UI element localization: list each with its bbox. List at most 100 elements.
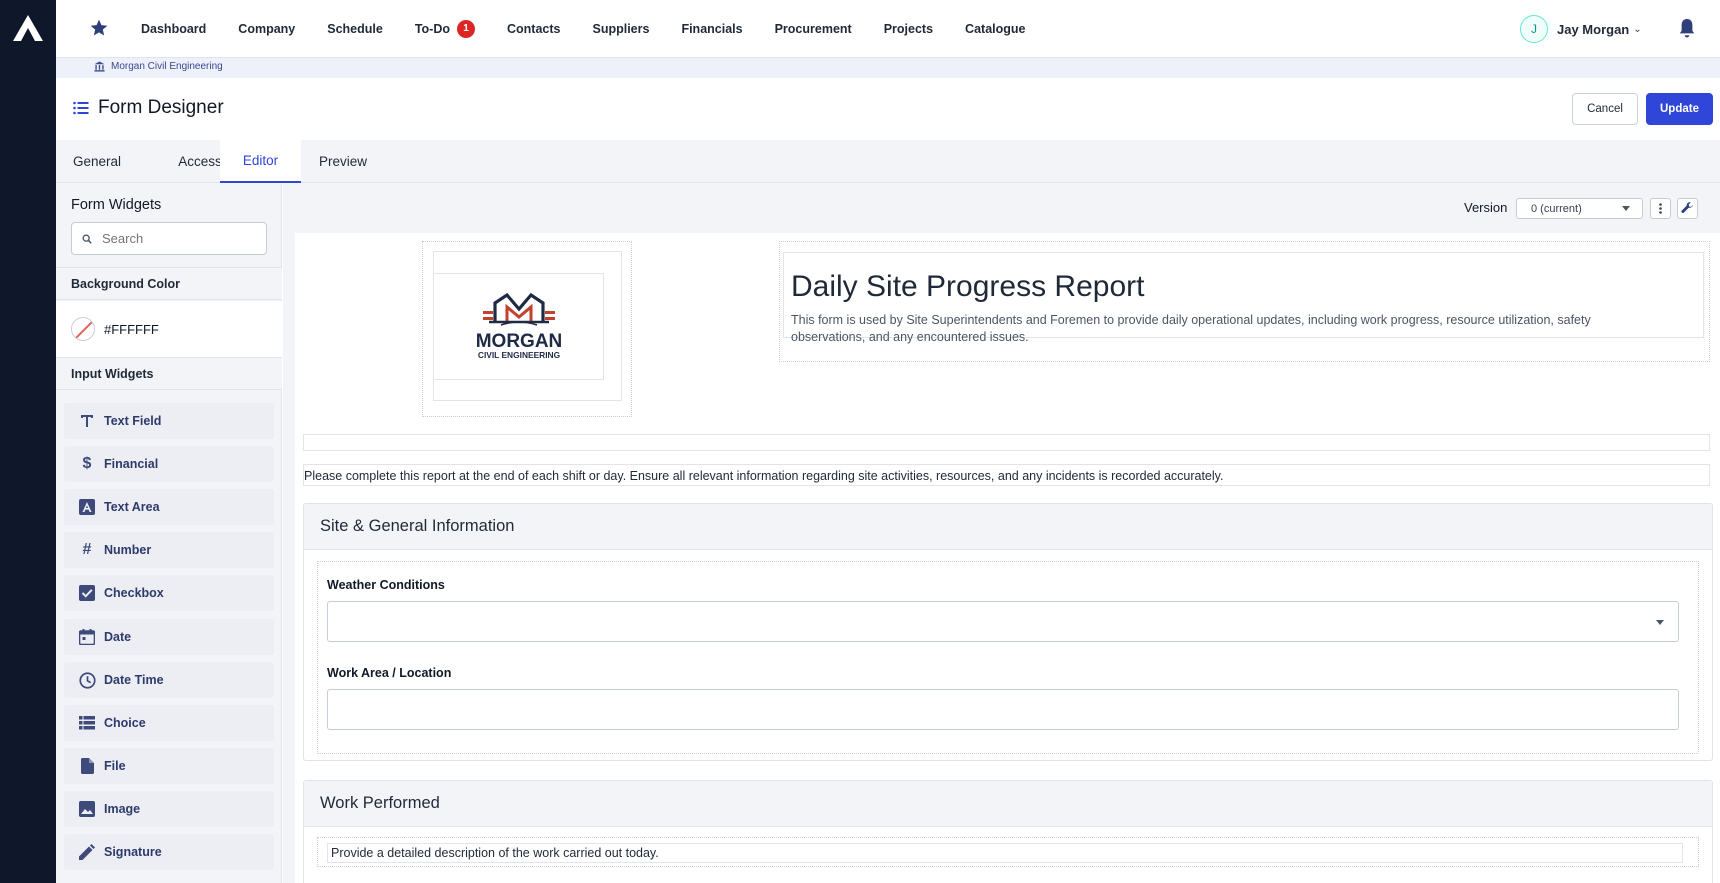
favorites-star-icon[interactable]: [89, 18, 109, 38]
breadcrumb-bar: Morgan Civil Engineering: [56, 58, 1720, 78]
page-title: Form Designer: [98, 97, 224, 118]
panel-site-general-info[interactable]: Site & General Information Weather Condi…: [303, 503, 1713, 761]
widget-signature[interactable]: Signature: [64, 834, 274, 870]
report-description: This form is used by Site Superintendent…: [791, 313, 1591, 344]
company-logo: MORGAN CIVIL ENGINEERING: [433, 273, 604, 380]
widget-date-time[interactable]: Date Time: [64, 662, 274, 698]
logo-text-sub: CIVIL ENGINEERING: [477, 350, 559, 360]
widget-label: Text Area: [104, 500, 160, 514]
editor-area: Version 0 (current) MORGAN CIVIL ENGINEE…: [283, 183, 1720, 883]
text-field-icon: [78, 412, 96, 430]
widget-label: Financial: [104, 457, 159, 471]
widget-label: Signature: [104, 845, 162, 859]
nav-label: To-Do: [414, 22, 450, 36]
nav-procurement[interactable]: Procurement: [775, 22, 852, 36]
panel-title: Site & General Information: [304, 504, 1712, 550]
search-input[interactable]: [102, 231, 252, 246]
widget-image[interactable]: Image: [64, 791, 274, 827]
nav-projects[interactable]: Projects: [884, 22, 933, 36]
clock-icon: [78, 671, 96, 689]
widget-label: Date Time: [104, 673, 164, 687]
widget-date[interactable]: Date: [64, 619, 274, 655]
panel-work-performed[interactable]: Work Performed Provide a detailed descri…: [303, 780, 1713, 883]
nav-dashboard[interactable]: Dashboard: [141, 22, 206, 36]
nav-label: Financials: [681, 22, 743, 36]
nav-label: Suppliers: [592, 22, 650, 36]
widget-label: Checkbox: [104, 586, 164, 600]
background-color-picker[interactable]: #FFFFFF: [56, 301, 282, 357]
widget-label: Date: [104, 630, 132, 644]
background-color-heading: Background Color: [56, 267, 282, 300]
weather-label: Weather Conditions: [327, 578, 445, 592]
title-container[interactable]: Daily Site Progress Report This form is …: [779, 241, 1710, 362]
brand-a-logo-icon[interactable]: [13, 15, 43, 41]
tab-bar: General Access Editor Preview: [56, 140, 1720, 183]
tab-editor[interactable]: Editor: [220, 140, 301, 183]
file-icon: [78, 757, 96, 775]
nav-todo[interactable]: To-Do 1: [415, 20, 475, 38]
nav-label: Dashboard: [141, 22, 207, 36]
widget-financial[interactable]: $ Financial: [64, 446, 274, 482]
breadcrumb[interactable]: Morgan Civil Engineering: [94, 61, 223, 72]
hash-icon: #: [82, 541, 92, 558]
main-nav: Dashboard Company Schedule To-Do 1 Contac…: [141, 0, 1057, 58]
kebab-menu-icon: [1659, 203, 1662, 214]
version-select[interactable]: 0 (current): [1516, 198, 1643, 219]
nav-contacts[interactable]: Contacts: [507, 22, 560, 36]
widget-label: File: [104, 759, 126, 773]
caret-down-icon: [1656, 620, 1664, 625]
user-name: Jay Morgan: [1557, 21, 1630, 37]
notifications-bell-icon[interactable]: [1678, 18, 1696, 38]
tab-preview[interactable]: Preview: [301, 140, 385, 183]
top-nav-bar: Dashboard Company Schedule To-Do 1 Contac…: [56, 0, 1720, 58]
image-icon: [78, 800, 96, 818]
app-rail: [0, 0, 56, 883]
nav-financials[interactable]: Financials: [681, 22, 742, 36]
location-label: Work Area / Location: [327, 666, 452, 680]
widget-text-area[interactable]: Text Area: [64, 489, 274, 525]
nav-catalogue[interactable]: Catalogue: [965, 22, 1025, 36]
logo-container[interactable]: MORGAN CIVIL ENGINEERING: [422, 241, 632, 417]
tab-general[interactable]: General: [56, 140, 138, 183]
user-menu[interactable]: J Jay Morgan ⌄: [1520, 14, 1642, 44]
logo-text-main: MORGAN: [475, 331, 562, 352]
version-label: Version: [1464, 200, 1508, 215]
spacer-row[interactable]: [303, 434, 1710, 451]
nav-label: Projects: [883, 22, 934, 36]
breadcrumb-company: Morgan Civil Engineering: [111, 61, 223, 72]
nav-label: Procurement: [774, 22, 852, 36]
widget-number[interactable]: # Number: [64, 532, 274, 568]
update-button[interactable]: Update: [1646, 93, 1713, 125]
widget-label: Image: [104, 802, 141, 816]
nav-suppliers[interactable]: Suppliers: [592, 22, 649, 36]
version-value: 0 (current): [1531, 202, 1582, 215]
color-swatch[interactable]: [71, 317, 95, 341]
nav-label: Schedule: [327, 22, 383, 36]
pencil-icon: [78, 843, 96, 861]
avatar: J: [1520, 15, 1548, 43]
panel-title: Work Performed: [304, 781, 1712, 827]
background-color-value: #FFFFFF: [104, 321, 159, 337]
settings-wrench-button[interactable]: [1677, 198, 1698, 219]
calendar-icon: [78, 628, 96, 646]
search-icon: [82, 234, 92, 244]
widget-search[interactable]: [71, 222, 267, 255]
widget-text-field[interactable]: Text Field: [64, 403, 274, 439]
widget-file[interactable]: File: [64, 748, 274, 784]
form-canvas: MORGAN CIVIL ENGINEERING Daily Site Prog…: [295, 233, 1720, 883]
location-input[interactable]: [327, 689, 1679, 730]
cancel-button[interactable]: Cancel: [1572, 93, 1638, 125]
widget-label: Text Field: [104, 414, 162, 428]
nav-company[interactable]: Company: [238, 22, 295, 36]
more-options-button[interactable]: [1650, 198, 1671, 219]
nav-schedule[interactable]: Schedule: [327, 22, 383, 36]
dollar-icon: $: [82, 455, 92, 472]
widget-choice[interactable]: Choice: [64, 705, 274, 741]
work-description-text: Provide a detailed description of the wo…: [331, 846, 659, 860]
instructions-text: Please complete this report at the end o…: [304, 469, 1224, 483]
widget-checkbox[interactable]: Checkbox: [64, 575, 274, 611]
weather-select[interactable]: [327, 601, 1679, 642]
widget-label: Choice: [104, 716, 146, 730]
chevron-down-icon: ⌄: [1633, 23, 1642, 35]
nav-label: Company: [238, 22, 296, 36]
